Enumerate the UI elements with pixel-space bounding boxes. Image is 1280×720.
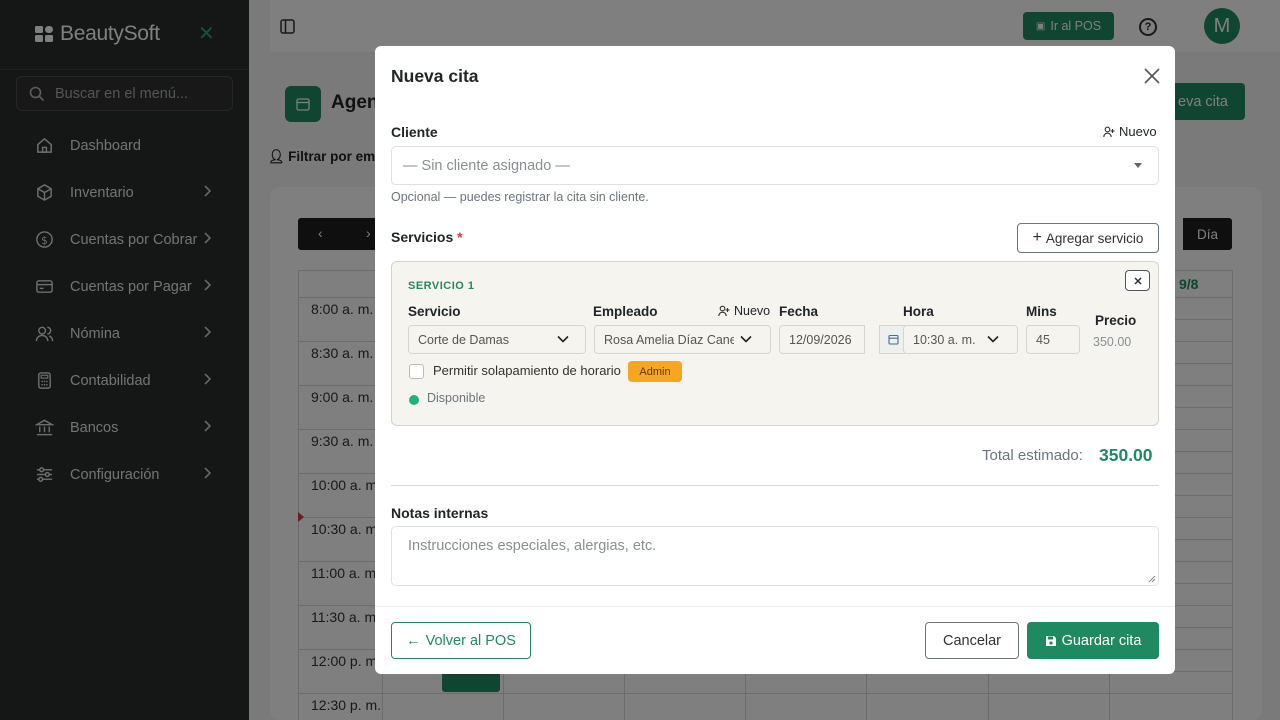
mins-input-value: 45	[1036, 332, 1050, 347]
service-card-title: SERVICIO 1	[408, 280, 475, 292]
services-label: Servicios *	[391, 229, 463, 245]
save-icon	[1045, 635, 1056, 646]
time-field-label: Hora	[903, 304, 934, 319]
price-value: 350.00	[1093, 335, 1132, 349]
client-hint: Opcional — puedes registrar la cita sin …	[391, 190, 649, 204]
date-input[interactable]: 12/09/2026	[779, 325, 865, 354]
client-label: Cliente	[391, 124, 438, 140]
new-client-label: Nuevo	[1119, 124, 1157, 139]
chevron-down-icon	[740, 335, 752, 343]
user-plus-icon	[1103, 126, 1115, 137]
employee-select[interactable]: Rosa Amelia Díaz Cane	[594, 325, 771, 354]
chevron-down-icon	[557, 335, 569, 343]
footer-divider	[375, 606, 1175, 607]
admin-badge: Admin	[628, 361, 682, 382]
availability-status: Disponible	[427, 391, 486, 405]
services-label-text: Servicios	[391, 229, 454, 245]
save-appointment-button[interactable]: Guardar cita	[1027, 622, 1159, 659]
employee-select-value: Rosa Amelia Díaz Cane	[604, 332, 734, 347]
service-field-label: Servicio	[408, 304, 461, 319]
client-select-value: — Sin cliente asignado —	[403, 157, 570, 174]
required-mark: *	[457, 229, 463, 245]
service-card: SERVICIO 1 Servicio Corte de Damas Emple…	[391, 261, 1159, 426]
date-input-value: 12/09/2026	[789, 332, 852, 347]
service-select-value: Corte de Damas	[418, 332, 510, 347]
divider	[391, 485, 1159, 486]
date-field-label: Fecha	[779, 304, 819, 319]
allow-overlap-label: Permitir solapamiento de horario	[433, 363, 621, 378]
back-to-pos-button[interactable]: ← Volver al POS	[391, 622, 531, 659]
save-appointment-label: Guardar cita	[1061, 632, 1142, 649]
mins-input[interactable]: 45	[1026, 325, 1080, 354]
notes-placeholder: Instrucciones especiales, alergias, etc.	[408, 538, 657, 554]
allow-overlap-checkbox[interactable]	[409, 364, 424, 379]
caret-down-icon	[1134, 163, 1142, 168]
new-client-link[interactable]: Nuevo	[1103, 124, 1157, 139]
cancel-label: Cancelar	[942, 632, 1002, 649]
mins-field-label: Mins	[1026, 304, 1057, 319]
total-label: Total estimado:	[982, 447, 1083, 464]
new-appointment-modal: Nueva cita Cliente Nuevo — Sin cliente a…	[375, 46, 1175, 674]
client-select[interactable]: — Sin cliente asignado —	[391, 146, 1159, 185]
plus-icon: +	[1032, 229, 1042, 246]
time-select[interactable]: 10:30 a. m.	[903, 325, 1018, 354]
close-icon[interactable]	[1142, 66, 1162, 86]
notes-label: Notas internas	[391, 505, 489, 521]
back-to-pos-label: Volver al POS	[425, 632, 516, 649]
modal-title: Nueva cita	[391, 66, 479, 86]
status-dot-icon	[409, 395, 419, 405]
new-employee-link[interactable]: Nuevo	[718, 304, 770, 318]
chevron-down-icon	[987, 335, 999, 343]
time-select-value: 10:30 a. m.	[913, 332, 976, 347]
user-plus-icon	[718, 305, 730, 317]
service-select[interactable]: Corte de Damas	[408, 325, 586, 354]
total-value: 350.00	[1099, 445, 1153, 465]
add-service-label: Agregar servicio	[1045, 230, 1144, 246]
employee-field-label: Empleado	[593, 304, 658, 319]
remove-service-button[interactable]	[1125, 270, 1150, 291]
add-service-button[interactable]: + Agregar servicio	[1017, 223, 1159, 253]
notes-textarea[interactable]: Instrucciones especiales, alergias, etc.	[391, 526, 1159, 586]
new-employee-label: Nuevo	[734, 304, 771, 318]
cancel-button[interactable]: Cancelar	[925, 622, 1019, 659]
price-label: Precio	[1095, 313, 1137, 328]
arrow-left-icon: ←	[406, 632, 421, 649]
close-icon	[1133, 276, 1142, 285]
resize-handle-icon[interactable]	[1148, 575, 1156, 583]
